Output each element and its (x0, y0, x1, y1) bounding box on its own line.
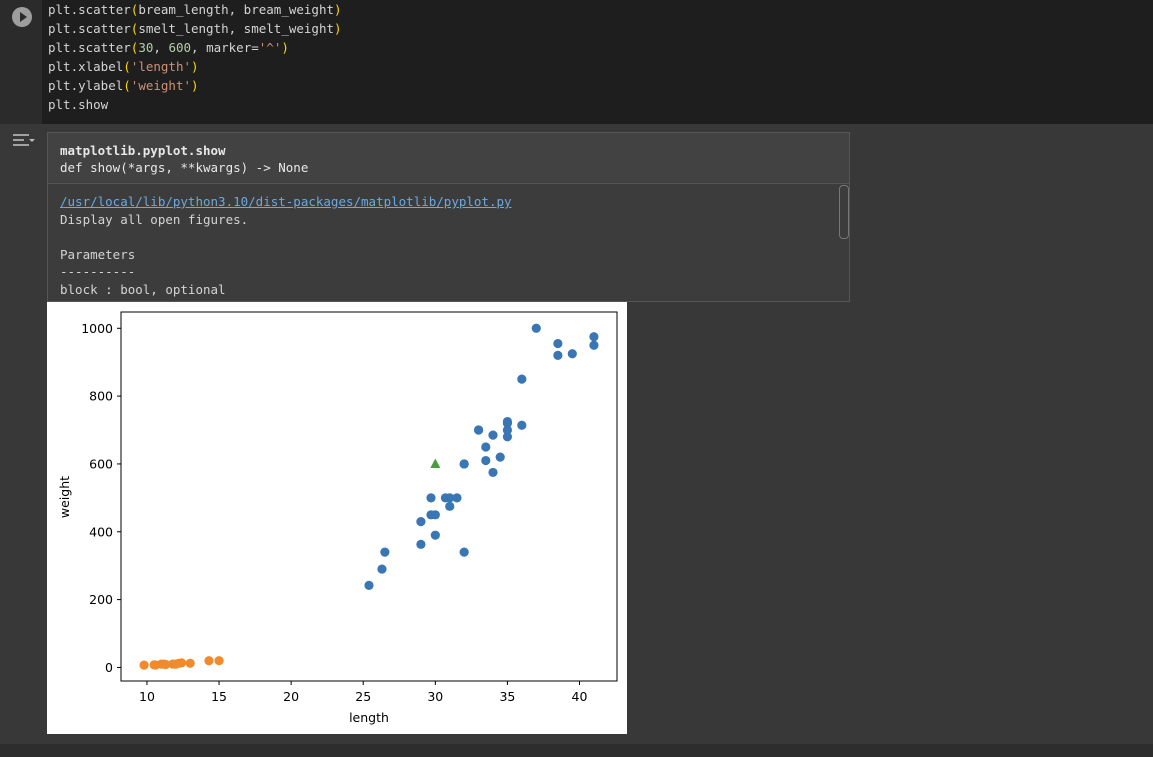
code-cell[interactable]: plt.scatter(bream_length, bream_weight) … (0, 0, 1153, 124)
sample-point-marker (430, 458, 441, 468)
x-tick-label: 40 (572, 689, 588, 704)
y-tick-label: 800 (89, 389, 113, 404)
code-line: plt.show (48, 97, 109, 112)
source-file-link[interactable]: /usr/local/lib/python3.10/dist-packages/… (60, 194, 512, 209)
doc-params-heading: Parameters (60, 246, 136, 262)
y-tick-label: 1000 (81, 321, 113, 336)
bream-point (430, 510, 440, 520)
x-tick-label: 30 (427, 689, 443, 704)
y-tick-label: 600 (89, 456, 113, 471)
bream-point (481, 455, 491, 466)
bream-point (416, 516, 426, 527)
x-tick-label: 35 (499, 689, 515, 704)
bream-point (473, 425, 484, 435)
doc-params-rule: ---------- (60, 264, 136, 279)
y-tick-label: 0 (105, 660, 113, 675)
bream-point (553, 338, 563, 349)
bream-point (553, 350, 563, 361)
bream-point (452, 493, 462, 503)
smelt-point (139, 660, 149, 670)
doc-body: /usr/local/lib/python3.10/dist-packages/… (48, 184, 849, 298)
code-line: plt.scatter(bream_length, bream_weight) (48, 2, 342, 17)
code-line: plt.scatter(30, 600, marker='^') (48, 40, 289, 55)
doc-scrollbar[interactable] (839, 185, 849, 239)
doc-header: matplotlib.pyplot.show def show(*args, *… (48, 133, 849, 184)
code-line: plt.scatter(smelt_length, smelt_weight) (48, 21, 342, 36)
status-strip (0, 744, 1153, 757)
bream-point (567, 349, 577, 359)
code-editor[interactable]: plt.scatter(bream_length, bream_weight) … (48, 0, 342, 114)
bream-point (481, 442, 491, 452)
doc-signature: def show(*args, **kwargs) -> None (60, 160, 309, 175)
code-line: plt.xlabel('length') (48, 59, 199, 74)
bream-point (488, 467, 498, 478)
doc-param: block : bool, optional (60, 281, 226, 297)
x-axis-label: length (349, 710, 389, 725)
bream-point (517, 420, 527, 430)
bream-point (488, 430, 498, 440)
y-tick-label: 200 (89, 592, 113, 607)
bream-point (589, 332, 599, 342)
bream-point (430, 530, 440, 540)
bream-point (426, 493, 436, 503)
doc-title: matplotlib.pyplot.show (60, 143, 226, 158)
smelt-point (176, 658, 187, 668)
output-toggle-icon[interactable] (10, 130, 36, 152)
doc-summary: Display all open figures. (60, 211, 249, 227)
code-line: plt.ylabel('weight') (48, 78, 199, 93)
bream-point (445, 501, 455, 511)
bream-point (364, 580, 374, 590)
x-tick-label: 25 (355, 689, 371, 704)
x-tick-label: 20 (283, 689, 299, 704)
bream-point (495, 452, 505, 462)
bream-point (502, 418, 513, 428)
bream-point (459, 547, 469, 557)
plot-output: 10 15 20 25 30 35 40 0 200 400 600 800 1000 length w… (47, 302, 627, 734)
scatter-chart: 10 15 20 25 30 35 4002004006008001000 length w… (57, 311, 618, 725)
y-axis-label: weight (57, 476, 72, 518)
run-cell-button[interactable] (12, 7, 32, 27)
y-tick-label: 400 (89, 524, 113, 539)
smelt-point (204, 656, 214, 666)
x-tick-label: 10 (139, 689, 155, 704)
documentation-tooltip: matplotlib.pyplot.show def show(*args, *… (47, 132, 850, 302)
bream-point (517, 374, 527, 384)
bream-point (459, 459, 469, 469)
cell-gutter (0, 0, 42, 124)
plot-frame (120, 311, 618, 682)
bream-point (589, 340, 599, 350)
smelt-point (214, 656, 224, 666)
bream-point (380, 547, 390, 557)
x-tick-label: 15 (211, 689, 227, 704)
bream-point (531, 323, 541, 333)
bream-point (377, 564, 387, 574)
smelt-point (185, 658, 195, 668)
bream-point (416, 539, 426, 549)
